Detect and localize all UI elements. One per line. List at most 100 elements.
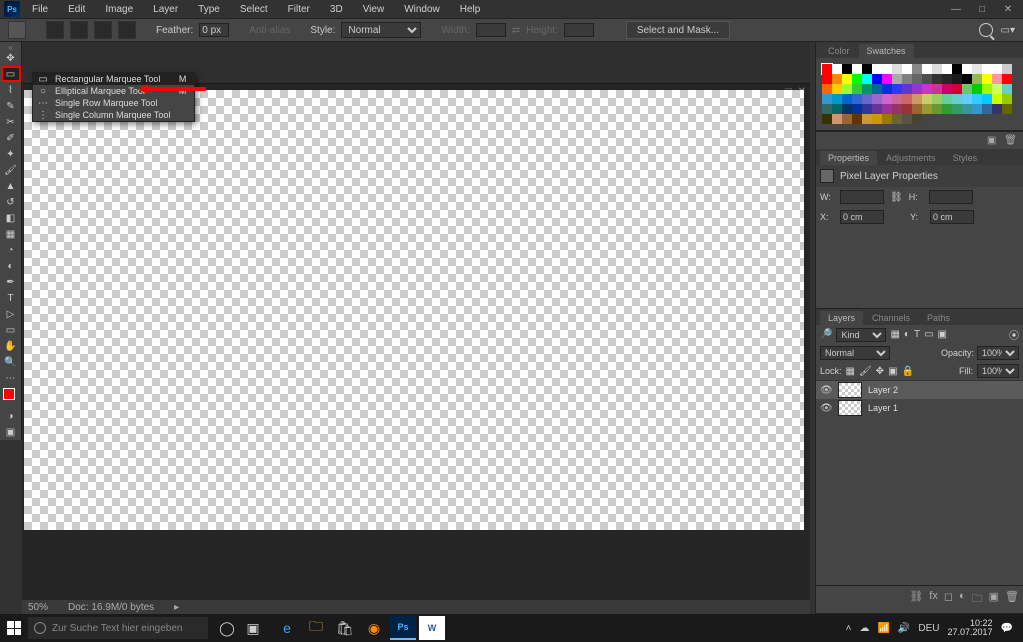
filter-pixel-icon[interactable]: ▦ [890,329,899,340]
close-button[interactable]: ✕ [1001,2,1015,16]
swatch-item[interactable] [832,64,842,74]
swatch-item[interactable] [892,74,902,84]
swatch-item[interactable] [992,104,1002,114]
swatch-item[interactable] [932,64,942,74]
style-select[interactable]: Normal [341,22,421,38]
swatch-item[interactable] [942,94,952,104]
tray-volume-icon[interactable]: 🔊 [898,623,910,634]
filter-type-icon[interactable]: T [914,329,920,340]
swatch-item[interactable] [952,74,962,84]
layer-mask-icon[interactable]: ◻ [944,590,953,609]
screen-mode-tool[interactable]: ▣ [1,424,21,440]
swatch-item[interactable] [962,94,972,104]
menu-file[interactable]: File [28,2,52,17]
edit-toolbar[interactable]: ⋯ [1,370,21,386]
tray-onedrive-icon[interactable]: ☁ [859,623,869,634]
menu-window[interactable]: Window [400,2,444,17]
layer-item[interactable]: 👁Layer 2 [816,381,1023,399]
crop-tool[interactable]: ✂ [1,114,21,130]
opacity-select[interactable]: 100% [977,346,1019,360]
swatch-item[interactable] [972,94,982,104]
swatch-item[interactable] [832,94,842,104]
swatch-item[interactable] [822,84,832,94]
swatch-item[interactable] [902,104,912,114]
swatch-item[interactable] [882,114,892,124]
delete-layer-icon[interactable]: 🗑 [1005,590,1019,609]
workspace-switcher-icon[interactable]: ▭▾ [1001,25,1015,36]
menu-help[interactable]: Help [456,2,485,17]
swatch-item[interactable] [972,84,982,94]
fill-select[interactable]: 100% [977,364,1019,378]
swatch-item[interactable] [932,74,942,84]
menu-layer[interactable]: Layer [149,2,182,17]
swatch-item[interactable] [982,64,992,74]
swatch-item[interactable] [872,74,882,84]
swatch-item[interactable] [822,94,832,104]
swatch-item[interactable] [852,84,862,94]
swatch-item[interactable] [882,94,892,104]
layer-item[interactable]: 👁Layer 1 [816,399,1023,417]
menu-filter[interactable]: Filter [284,2,314,17]
swatch-item[interactable] [872,114,882,124]
swatch-item[interactable] [892,64,902,74]
filter-icon[interactable]: 🔎 [820,329,832,340]
swatch-item[interactable] [832,114,842,124]
quick-mask-tool[interactable]: ◑ [1,408,21,424]
swatch-item[interactable] [892,104,902,114]
marquee-tool[interactable]: ▭ [1,66,21,82]
adjustment-layer-icon[interactable]: ◐ [959,590,966,609]
path-select-tool[interactable]: ▷ [1,306,21,322]
layer-name[interactable]: Layer 1 [868,403,898,413]
spot-heal-tool[interactable]: ✦ [1,146,21,162]
link-layers-icon[interactable]: ⛓ [909,590,923,609]
tool-preset-icon[interactable] [8,21,26,39]
feather-input[interactable] [199,23,229,37]
taskbar-word-icon[interactable]: W [419,616,445,640]
swatch-item[interactable] [852,74,862,84]
flyout-item[interactable]: ⋮Single Column Marquee Tool [33,109,194,121]
swatch-item[interactable] [962,74,972,84]
tray-network-icon[interactable]: 📶 [877,623,889,634]
tab-styles[interactable]: Styles [945,151,986,165]
layer-fx-icon[interactable]: fx [929,590,938,609]
tray-notifications-icon[interactable]: 💬 [1001,623,1013,634]
swatch-item[interactable] [832,104,842,114]
tray-chevron-icon[interactable]: ˄ [846,623,852,634]
swatch-item[interactable] [952,84,962,94]
history-brush-tool[interactable]: ↺ [1,194,21,210]
swatch-item[interactable] [842,114,852,124]
new-layer-icon[interactable]: ▣ [989,590,999,609]
tray-clock[interactable]: 10:22 27.07.2017 [948,619,993,637]
swatch-item[interactable] [952,104,962,114]
menu-3d[interactable]: 3D [326,2,347,17]
doc-info-arrow-icon[interactable]: ▸ [174,602,179,613]
search-icon[interactable] [979,23,993,37]
swatch-item[interactable] [912,104,922,114]
gradient-tool[interactable]: ▦ [1,226,21,242]
swatch-item[interactable] [1002,94,1012,104]
tray-lang[interactable]: DEU [918,623,939,634]
menu-view[interactable]: View [359,2,389,17]
swatch-item[interactable] [822,64,832,74]
swatch-item[interactable] [972,104,982,114]
zoom-tool[interactable]: 🔍 [1,354,21,370]
lock-paint-icon[interactable]: 🖌 [859,366,872,377]
taskbar-store-icon[interactable]: 🛍 [332,616,358,640]
tab-adjustments[interactable]: Adjustments [878,151,944,165]
menu-image[interactable]: Image [101,2,137,17]
filter-adjust-icon[interactable]: ◐ [904,329,910,340]
swatch-item[interactable] [962,84,972,94]
clone-stamp-tool[interactable]: ▲ [1,178,21,194]
swatch-item[interactable] [912,94,922,104]
swatch-item[interactable] [902,84,912,94]
tab-channels[interactable]: Channels [864,311,918,325]
dodge-tool[interactable]: ◐ [1,258,21,274]
maximize-button[interactable]: □ [975,2,989,16]
delete-swatch-icon[interactable]: 🗑 [1004,135,1017,146]
prop-x-input[interactable] [840,210,884,224]
lock-transparent-icon[interactable]: ▦ [846,366,855,377]
swatch-item[interactable] [922,94,932,104]
swatch-item[interactable] [922,74,932,84]
type-tool[interactable]: T [1,290,21,306]
swatch-item[interactable] [842,64,852,74]
